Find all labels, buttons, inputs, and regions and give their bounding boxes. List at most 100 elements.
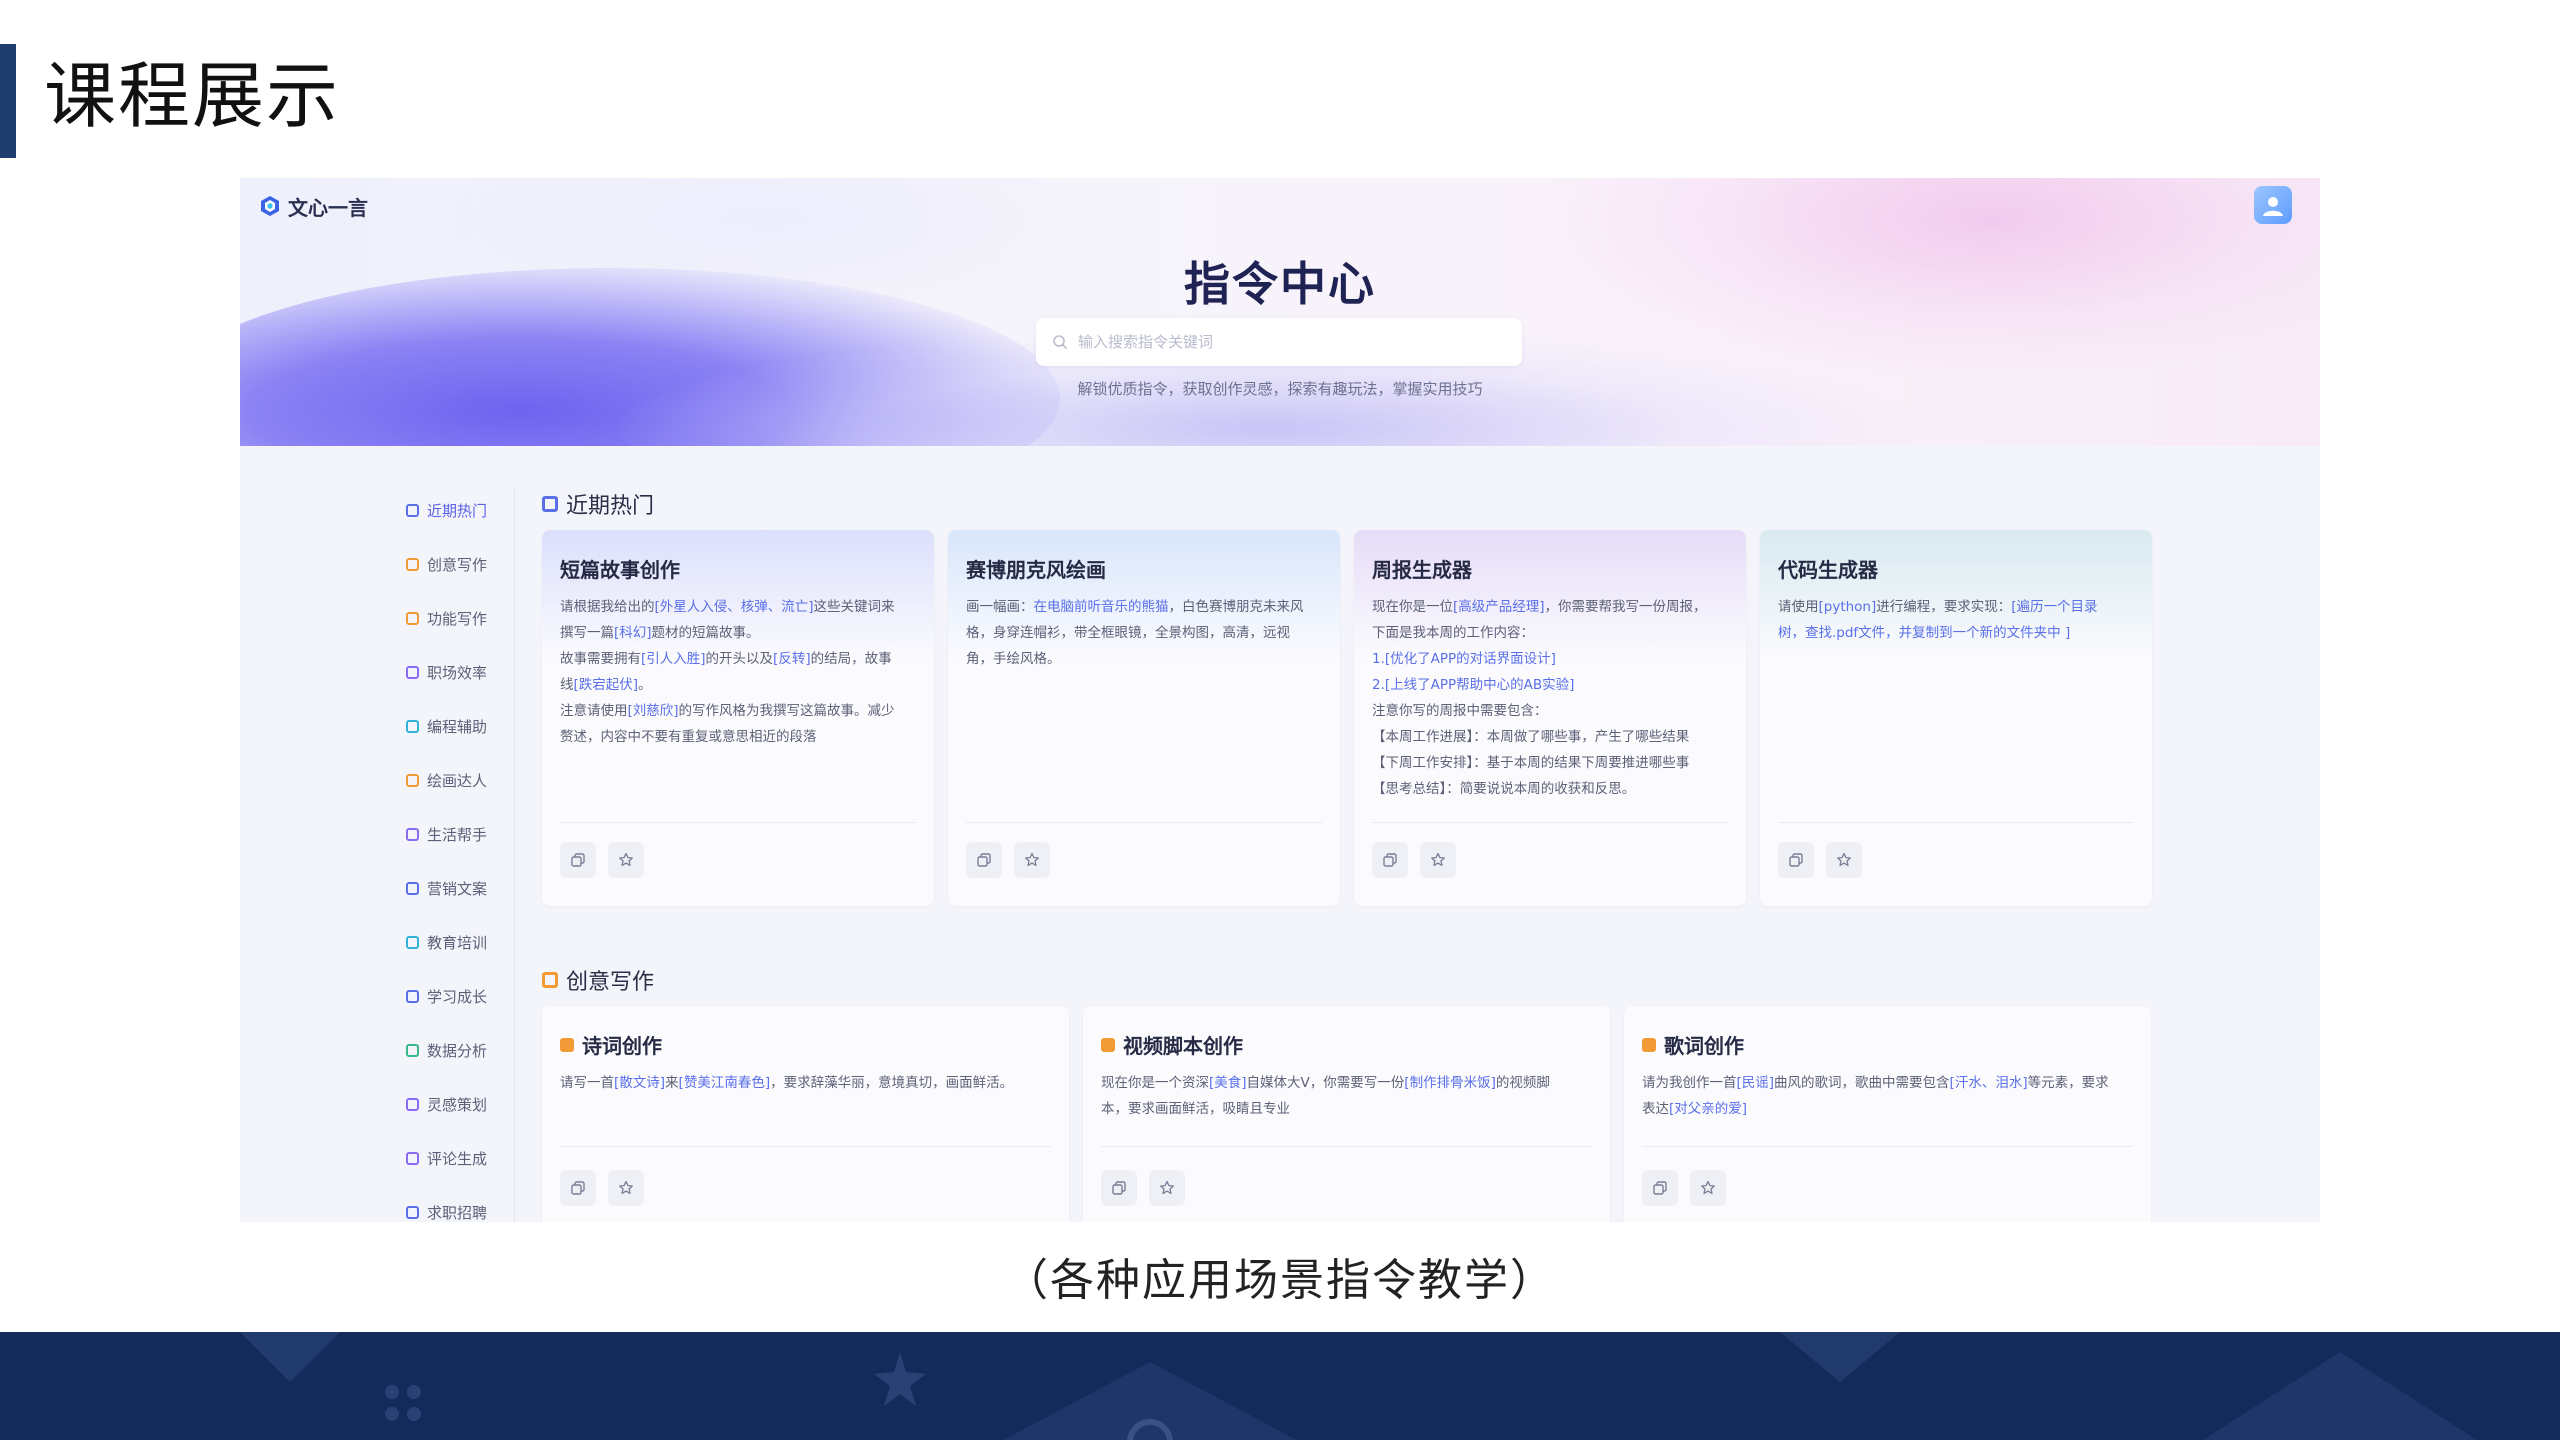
sidebar-item-label: 近期热门 [427,501,488,520]
sidebar-item[interactable]: 营销文案 [406,861,536,915]
prompt-variable: [制作排骨米饭] [1404,1075,1496,1091]
prompt-card[interactable]: 代码生成器 请使用[python]进行编程，要求实现：[遍历一个目录 树，查找.pd… [1760,530,2152,906]
card-title: 诗词创作 [560,1030,662,1059]
card-prompt-text: 画一幅画：在电脑前听音乐的熊猫，白色赛博朋克未来风 格，身穿连帽衫，带全框眼镜，全… [966,594,1322,672]
prompt-text: 等元素，要求 [2027,1075,2109,1091]
card-prompt-text: 现在你是一个资深[美食]自媒体大V，你需要写一份[制作排骨米饭]的视频脚 本，要求… [1101,1070,1592,1122]
prompt-card[interactable]: 赛博朋克风绘画 画一幅画：在电脑前听音乐的熊猫，白色赛博朋克未来风 格，身穿连帽衫，… [948,530,1340,906]
user-icon [2263,197,2283,216]
card-title: 歌词创作 [1642,1030,1744,1059]
card-prompt-text: 请写一首[散文诗]来[赞美江南春色]，要求辞藻华丽，意境真切，画面鲜活。 [560,1070,1051,1096]
sidebar-item[interactable]: 评论生成 [406,1131,536,1185]
copy-button[interactable] [1778,842,1814,878]
sidebar-item[interactable]: 学习成长 [406,969,536,1023]
prompt-variable: [民谣] [1736,1075,1775,1091]
prompt-text: 注意你写的周报中需要包含： [1372,703,1548,719]
prompt-line: 注意请使用[刘慈欣]的写作风格为我撰写这篇故事。减少 [560,698,916,724]
category-icon [406,935,419,949]
favorite-button[interactable] [1826,842,1862,878]
search-input[interactable] [1078,333,1498,351]
sidebar-item[interactable]: 生活帮手 [406,807,536,861]
sidebar-item-label: 数据分析 [427,1041,488,1060]
prompt-text: 【本周工作进展】：本周做了哪些事，产生了哪些结果 [1372,729,1690,745]
favorite-button[interactable] [1014,842,1050,878]
copy-button[interactable] [966,842,1002,878]
prompt-text: 注意请使用 [560,703,628,719]
prompt-variable: 树，查找.pdf文件，并复制到一个新的文件夹中 ] [1778,625,2071,641]
copy-icon [1789,853,1803,867]
prompt-variable: [散文诗] [614,1075,666,1091]
prompt-text: 撰写一篇 [560,625,614,641]
prompt-line: 格，身穿连帽衫，带全框眼镜，全景构图，高清，远视 [966,620,1322,646]
prompt-line: 画一幅画：在电脑前听音乐的熊猫，白色赛博朋克未来风 [966,594,1322,620]
favorite-button[interactable] [608,842,644,878]
title-accent-bar [0,44,16,158]
card-divider [560,1146,1051,1147]
copy-icon [1383,853,1397,867]
copy-button[interactable] [1101,1170,1137,1206]
prompt-line: 故事需要拥有[引人入胜]的开头以及[反转]的结局，故事 [560,646,916,672]
copy-button[interactable] [1642,1170,1678,1206]
sidebar-item[interactable]: 求职招聘 [406,1185,536,1222]
prompt-text: 请根据我给出的 [560,599,655,615]
prompt-variable: [遍历一个目录 [2011,599,2098,615]
sidebar-item[interactable]: 职场效率 [406,645,536,699]
prompt-text: 请写一首 [560,1075,614,1091]
copy-button[interactable] [1372,842,1408,878]
favorite-button[interactable] [1420,842,1456,878]
category-sidebar: 近期热门创意写作 功能写作 职场效率编程辅助绘画达人生活帮手营销文案教育培训学习成长… [406,483,536,1222]
search-box[interactable] [1036,318,1522,366]
favorite-button[interactable] [608,1170,644,1206]
prompt-card[interactable]: 周报生成器现在你是一位[高级产品经理]，你需要帮我写一份周报， 下面是我本周的工作… [1354,530,1746,906]
sidebar-item[interactable]: 教育培训 [406,915,536,969]
copy-icon [571,853,585,867]
category-icon [406,881,419,895]
sidebar-item[interactable]: 近期热门 [406,483,536,537]
sidebar-item[interactable]: 数据分析 [406,1023,536,1077]
prompt-text: 的开头以及 [705,651,774,667]
favorite-button[interactable] [1690,1170,1726,1206]
section-title: 近期热门 [566,494,655,519]
prompt-text: 本，要求画面鲜活，吸睛且专业 [1101,1101,1290,1117]
prompt-card[interactable]: 诗词创作请写一首[散文诗]来[赞美江南春色]，要求辞藻华丽，意境真切，画面鲜活。 [542,1006,1069,1222]
copy-button[interactable] [560,842,596,878]
prompt-line: 2.[上线了APP帮助中心的AB实验] [1372,672,1728,698]
sidebar-item-label: 编程辅助 [427,717,488,736]
sidebar-item-label: 求职招聘 [427,1203,488,1222]
hero-title: 指令中心 [1184,257,1376,311]
star-icon [1025,852,1039,867]
card-title: 周报生成器 [1372,554,1472,583]
category-icon [406,989,419,1003]
sidebar-item[interactable]: 功能写作 [406,591,536,645]
card-title-icon [560,1037,574,1052]
card-title-text: 视频脚本创作 [1123,1034,1243,1058]
sidebar-item-label: 生活帮手 [427,825,488,844]
prompt-card[interactable]: 短篇故事创作 请根据我给出的[外星人入侵、核弹、流亡]这些关键词来 撰写一篇[科幻]… [542,530,934,906]
prompt-card[interactable]: 歌词创作 请为我创作一首[民谣]曲风的歌词，歌曲中需要包含[汗水、泪水]等元素，要… [1624,1006,2151,1222]
sidebar-item-label: 教育培训 [427,933,488,952]
prompt-line: 【下周工作安排】：基于本周的结果下周要推进哪些事 [1372,750,1728,776]
prompt-line: 请写一首[散文诗]来[赞美江南春色]，要求辞藻华丽，意境真切，画面鲜活。 [560,1070,1051,1096]
card-prompt-text: 现在你是一位[高级产品经理]，你需要帮我写一份周报， 下面是我本周的工作内容： 1.… [1372,594,1728,802]
sidebar-item[interactable]: 编程辅助 [406,699,536,753]
footer-mountain-decoration [1003,1362,1297,1440]
category-icon [406,827,419,841]
sidebar-item-label: 绘画达人 [427,771,488,790]
prompt-line: 撰写一篇[科幻]题材的短篇故事。 [560,620,916,646]
card-title-icon [1101,1037,1115,1052]
prompt-variable: 1.[优化了APP的对话界面设计] [1372,651,1556,667]
section-icon [542,972,558,988]
prompt-variable: [引人入胜] [641,651,706,667]
prompt-card[interactable]: 视频脚本创作现在你是一个资深[美食]自媒体大V，你需要写一份[制作排骨米饭]的视… [1083,1006,1610,1222]
app-logo[interactable]: 文心一言 [258,190,368,222]
sidebar-item[interactable]: 绘画达人 [406,753,536,807]
favorite-button[interactable] [1149,1170,1185,1206]
prompt-variable: [科幻] [614,625,652,641]
prompt-variable: [赞美江南春色] [678,1075,771,1091]
user-avatar-icon[interactable] [2254,186,2292,224]
sidebar-item-label: 灵感策划 [427,1095,488,1114]
sidebar-item[interactable]: 灵感策划 [406,1077,536,1131]
sidebar-item[interactable]: 创意写作 [406,537,536,591]
slide-caption: （各种应用场景指令教学） [1004,1255,1556,1306]
copy-button[interactable] [560,1170,596,1206]
